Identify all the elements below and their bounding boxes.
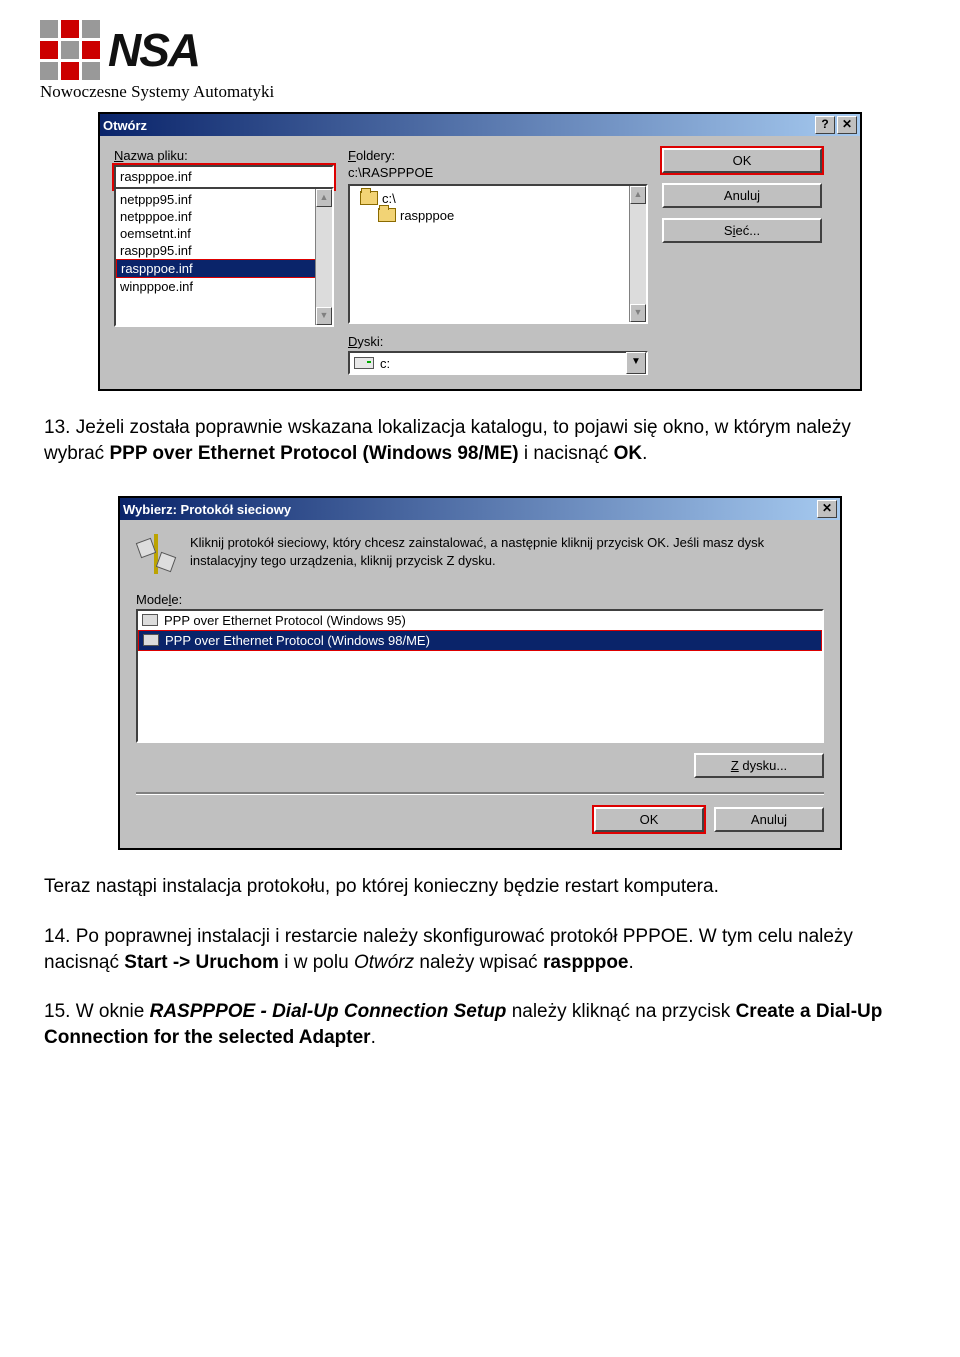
models-label: Modele:: [136, 592, 824, 607]
folder-item[interactable]: raspppoe: [356, 207, 624, 224]
file-listbox[interactable]: netppp95.inf netpppoe.inf oemsetnt.inf r…: [114, 187, 334, 327]
folders-tree[interactable]: c:\ raspppoe ▲ ▼: [348, 184, 648, 324]
folders-path: c:\RASPPPOE: [348, 165, 648, 180]
post-install-text: Teraz nastąpi instalacja protokołu, po k…: [44, 874, 916, 900]
filename-input[interactable]: raspppoe.inf: [114, 165, 334, 189]
step-13-text: 13. Jeżeli została poprawnie wskazana lo…: [44, 415, 916, 466]
list-item[interactable]: PPP over Ethernet Protocol (Windows 95): [138, 611, 822, 630]
folders-label: Foldery:: [348, 148, 648, 163]
logo-squares-icon: [40, 20, 100, 80]
network-button[interactable]: Sieć...: [662, 218, 822, 243]
company-logo: NSA Nowoczesne Systemy Automatyki: [40, 20, 920, 102]
close-icon[interactable]: ✕: [817, 500, 837, 518]
list-item[interactable]: oemsetnt.inf: [116, 225, 316, 242]
scroll-down-icon[interactable]: ▼: [316, 307, 332, 325]
filename-label: Nazwa pliku:: [114, 148, 334, 163]
protocol-icon: [143, 634, 159, 646]
cancel-button[interactable]: Anuluj: [662, 183, 822, 208]
list-item[interactable]: rasppp95.inf: [116, 242, 316, 259]
step-15-text: 15. W oknie RASPPPOE - Dial-Up Connectio…: [44, 999, 916, 1050]
models-listbox[interactable]: PPP over Ethernet Protocol (Windows 95) …: [136, 609, 824, 743]
help-icon[interactable]: ?: [815, 116, 835, 134]
network-cable-icon: [136, 534, 176, 574]
logo-subtitle: Nowoczesne Systemy Automatyki: [40, 82, 920, 102]
list-item-selected[interactable]: PPP over Ethernet Protocol (Windows 98/M…: [138, 630, 822, 651]
scrollbar[interactable]: ▲ ▼: [629, 186, 646, 322]
drives-dropdown[interactable]: c: ▼: [348, 351, 648, 375]
step-14-text: 14. Po poprawnej instalacji i restarcie …: [44, 924, 916, 975]
list-item[interactable]: winpppoe.inf: [116, 278, 316, 295]
scroll-up-icon[interactable]: ▲: [630, 186, 646, 204]
list-item[interactable]: netppp95.inf: [116, 191, 316, 208]
select-protocol-dialog: Wybierz: Protokół sieciowy ✕ Kliknij pro…: [118, 496, 842, 850]
drives-label: Dyski:: [348, 334, 648, 349]
scroll-down-icon[interactable]: ▼: [630, 304, 646, 322]
folder-icon: [360, 191, 378, 205]
from-disk-button[interactable]: Z dysku...: [694, 753, 824, 778]
drives-value: c:: [380, 356, 390, 371]
dialog2-title: Wybierz: Protokół sieciowy: [123, 502, 291, 517]
open-file-dialog: Otwórz ? ✕ Nazwa pliku: raspppoe.inf net…: [98, 112, 862, 391]
drive-icon: [354, 357, 374, 369]
separator: [136, 792, 824, 795]
folder-item[interactable]: c:\: [356, 190, 624, 207]
ok-button[interactable]: OK: [594, 807, 704, 832]
dialog2-instruction: Kliknij protokół sieciowy, który chcesz …: [190, 534, 824, 574]
scroll-up-icon[interactable]: ▲: [316, 189, 332, 207]
protocol-icon: [142, 614, 158, 626]
dialog1-titlebar[interactable]: Otwórz ? ✕: [100, 114, 860, 136]
list-item-selected[interactable]: raspppoe.inf: [116, 259, 316, 278]
chevron-down-icon[interactable]: ▼: [626, 352, 646, 374]
close-icon[interactable]: ✕: [837, 116, 857, 134]
cancel-button[interactable]: Anuluj: [714, 807, 824, 832]
scrollbar[interactable]: ▲ ▼: [315, 189, 332, 325]
folder-icon: [378, 208, 396, 222]
dialog2-titlebar[interactable]: Wybierz: Protokół sieciowy ✕: [120, 498, 840, 520]
list-item[interactable]: netpppoe.inf: [116, 208, 316, 225]
logo-text: NSA: [108, 27, 199, 73]
dialog1-title: Otwórz: [103, 118, 147, 133]
ok-button[interactable]: OK: [662, 148, 822, 173]
